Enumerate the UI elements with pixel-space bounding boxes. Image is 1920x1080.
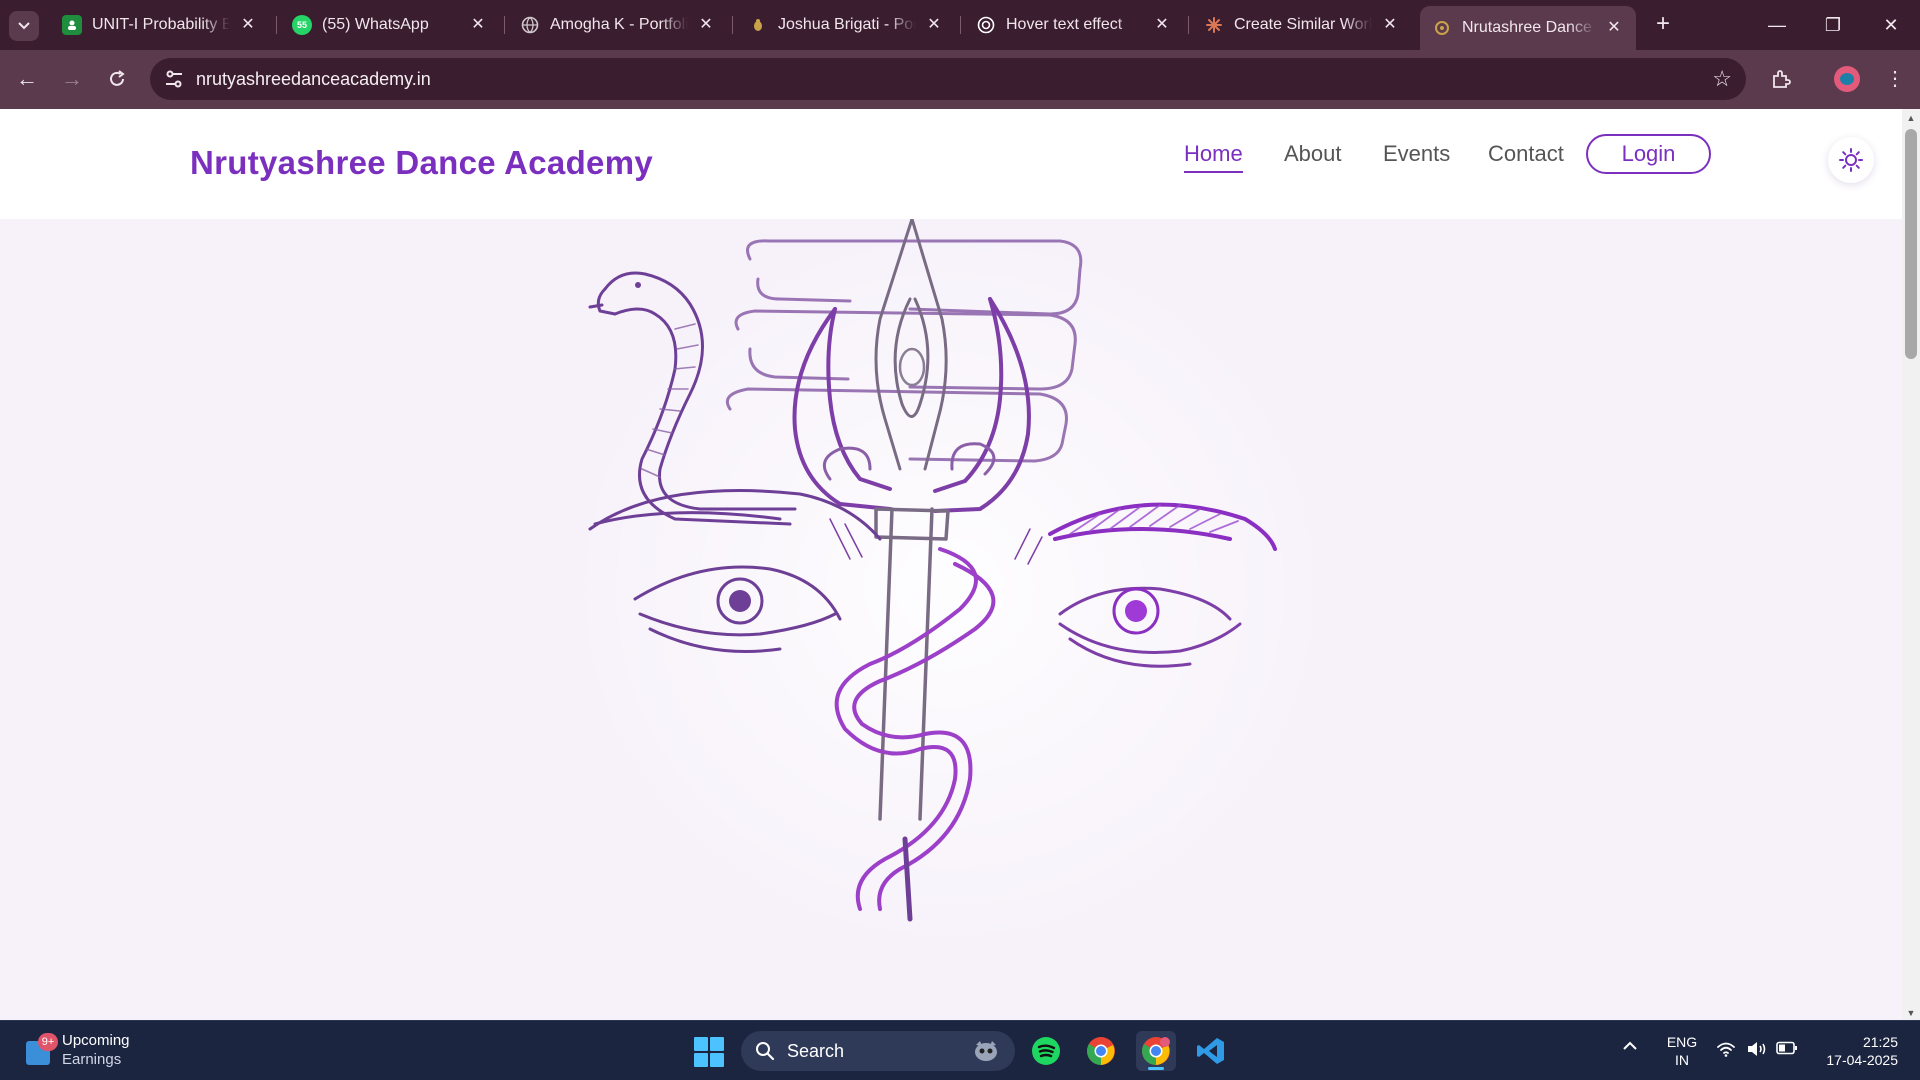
browser-menu-icon[interactable]: ⋮ [1880,64,1910,94]
globe-icon [520,15,540,35]
scrollbar-thumb[interactable] [1905,129,1917,359]
browser-tab[interactable]: Hover text effect ✕ [964,6,1184,44]
browser-tab-active[interactable]: Nrutashree Dance Ac ✕ [1420,6,1636,50]
clock-datetime[interactable]: 21:25 17-04-2025 [1812,1033,1898,1069]
restore-button[interactable]: ❐ [1810,8,1856,42]
chevron-down-icon [18,22,30,30]
nav-link-home[interactable]: Home [1184,141,1243,173]
nav-link-events[interactable]: Events [1383,141,1450,171]
stocks-widget-icon: 9+ [26,1033,58,1065]
minimize-button[interactable]: — [1754,8,1800,42]
tab-title: UNIT-I Probability Ba [92,16,230,33]
reload-button[interactable] [102,64,132,94]
site-brand-logo[interactable]: Nrutyashree Dance Academy [190,144,653,182]
browser-tab[interactable]: Create Similar Work I ✕ [1192,6,1412,44]
browser-toolbar: ← → nrutyashreedanceacademy.in ☆ ⋮ [0,50,1920,109]
page-scrollbar[interactable]: ▲ ▼ [1902,109,1920,1020]
close-tab-icon[interactable]: ✕ [924,15,944,35]
back-button[interactable]: ← [12,64,42,94]
search-label: Search [787,1041,845,1061]
tab-title: (55) WhatsApp [322,16,429,33]
wifi-icon[interactable] [1716,1041,1736,1062]
widget-title: Upcoming [62,1032,130,1049]
browser-tab-strip: UNIT-I Probability Ba ✕ 55 (55) WhatsApp… [0,0,1920,50]
volume-icon[interactable] [1746,1041,1768,1062]
site-header: Nrutyashree Dance Academy Home About Eve… [0,109,1902,219]
new-tab-button[interactable]: + [1650,12,1676,38]
tab-title: Nrutashree Dance Ac [1462,19,1596,36]
chrome-profile-taskbar-icon[interactable] [1136,1031,1176,1071]
scroll-down-arrow-icon[interactable]: ▼ [1906,1008,1916,1018]
claude-icon [1204,15,1224,35]
site-favicon-icon [748,15,768,35]
widgets-button[interactable]: 9+ Upcoming Earnings [26,1031,130,1069]
close-tab-icon[interactable]: ✕ [696,15,716,35]
url-text[interactable]: nrutyashreedanceacademy.in [196,69,431,90]
windows-taskbar: 9+ Upcoming Earnings Search ENG IN 21:25… [0,1020,1920,1080]
close-tab-icon[interactable]: ✕ [1152,15,1172,35]
tab-title: Hover text effect [1006,16,1123,33]
search-highlight-icon [975,1041,997,1061]
close-tab-icon[interactable]: ✕ [1604,18,1624,38]
taskbar-search-box[interactable]: Search [741,1031,1015,1071]
shiva-trishul-illustration [588,219,1277,922]
windows-start-button[interactable] [694,1037,724,1067]
close-tab-icon[interactable]: ✕ [1380,15,1400,35]
login-button[interactable]: Login [1586,134,1711,174]
show-hidden-icons-chevron-icon[interactable] [1622,1039,1638,1057]
widget-subtitle: Earnings [62,1051,122,1068]
spotify-taskbar-icon[interactable] [1026,1031,1066,1071]
input-language-indicator[interactable]: ENG IN [1662,1033,1702,1069]
tab-title: Create Similar Work I [1234,16,1372,33]
theme-toggle-button[interactable] [1828,137,1874,183]
reload-icon [110,70,125,86]
tab-title: Joshua Brigati - Portf [778,16,916,33]
battery-icon[interactable] [1776,1041,1798,1060]
search-icon [756,1042,775,1061]
extensions-icon[interactable] [1766,64,1796,94]
site-info-icon[interactable] [162,67,186,91]
tab-search-button[interactable] [9,11,39,41]
tab-title: Amogha K - Portfolio [550,16,688,33]
whatsapp-icon: 55 [292,15,312,35]
clock-date: 17-04-2025 [1826,1052,1898,1068]
clock-time: 21:25 [1862,1034,1898,1050]
nav-link-contact[interactable]: Contact [1488,141,1564,171]
close-window-button[interactable]: ✕ [1868,8,1914,42]
chrome-taskbar-icon[interactable] [1081,1031,1121,1071]
forward-button[interactable]: → [57,64,87,94]
web-page: Nrutyashree Dance Academy Home About Eve… [0,109,1902,1020]
profile-avatar[interactable] [1834,66,1860,92]
scroll-up-arrow-icon[interactable]: ▲ [1906,113,1916,123]
bookmark-star-icon[interactable]: ☆ [1712,66,1732,92]
vscode-taskbar-icon[interactable] [1191,1031,1231,1071]
browser-tab[interactable]: 55 (55) WhatsApp ✕ [280,6,500,44]
site-favicon-icon [1432,18,1452,38]
browser-tab[interactable]: Amogha K - Portfolio ✕ [508,6,728,44]
hero-section [0,219,1902,1020]
google-classroom-icon [62,15,82,35]
browser-tab[interactable]: Joshua Brigati - Portf ✕ [736,6,956,44]
close-tab-icon[interactable]: ✕ [238,15,258,35]
openai-icon [976,15,996,35]
address-bar[interactable]: nrutyashreedanceacademy.in ☆ [150,58,1746,100]
browser-tab[interactable]: UNIT-I Probability Ba ✕ [50,6,270,44]
nav-link-about[interactable]: About [1284,141,1342,171]
close-tab-icon[interactable]: ✕ [468,15,488,35]
sun-icon [1839,148,1863,172]
notification-badge: 9+ [38,1033,58,1051]
